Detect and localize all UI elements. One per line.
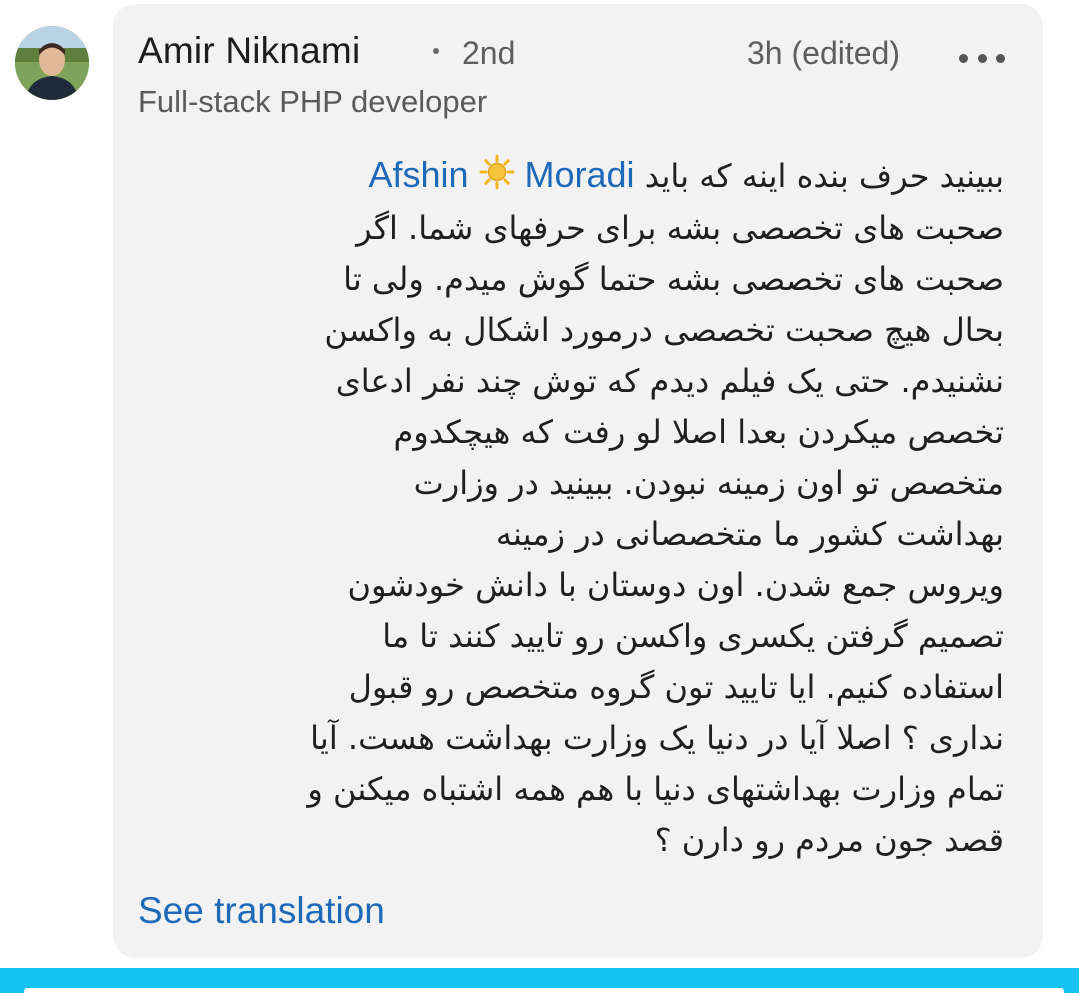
comment-line: بحال هیچ صحبت تخصصی درمورد اشکال به واکس… [324,310,1004,349]
comment-card: Amir Niknami 2nd 3h (edited) Full-stack … [113,4,1043,958]
comment-line: متخصص تو اون زمینه نبودن. ببینید در وزار… [413,463,1004,502]
comment-line: تخصص میکردن بعدا اصلا لو رفت که هیچکدوم [393,412,1004,451]
author-name[interactable]: Amir Niknami [138,30,360,72]
sun-emoji-icon [479,152,515,203]
mention-link[interactable]: Afshin Moradi [368,154,634,195]
connection-degree: 2nd [462,35,516,71]
ellipsis-dot [959,53,968,63]
avatar[interactable] [15,26,89,100]
comment-line: قصد جون مردم رو دارن ؟ [654,820,1004,859]
ellipsis-icon[interactable] [959,44,1005,72]
see-translation-link[interactable]: See translation [138,890,385,932]
comment-line: صحبت های تخصصی بشه برای حرفهای شما. اگر [356,208,1004,247]
mention-first-name: Afshin [368,154,469,195]
ellipsis-dot [996,53,1005,63]
comment-line: نداری ؟ اصلا آیا در دنیا یک وزارت بهداشت… [310,718,1004,757]
mention-last-name: Moradi [524,154,635,195]
comment-line: تمام وزارت بهداشتهای دنیا با هم همه اشتب… [307,769,1004,808]
comment-timestamp: 3h (edited) [747,35,900,71]
comment-line: نشنیدم. حتی یک فیلم دیدم که توش چند نفر … [335,361,1004,400]
comment-line-first: ببینید حرف بنده اینه که باید Afshin Morad… [138,149,1004,203]
separator-dot [433,48,439,54]
comment-text: ببینید حرف بنده اینه که باید Afshin Morad… [138,149,1004,866]
comment-line: استفاده کنیم. ایا تایید تون گروه متخصص ر… [348,667,1004,706]
reply-input-field[interactable] [24,988,1064,993]
ellipsis-dot [977,53,987,63]
comment-line: تصمیم گرفتن یکسری واکسن رو تایید کنند تا… [382,616,1004,655]
comment-line: بهداشت کشور ما متخصصانی در زمینه [495,514,1004,553]
profile-photo-icon [15,26,89,100]
comment-line: صحبت های تخصصی بشه حتما گوش میدم. ولی تا [343,259,1004,298]
comment-line: ویروس جمع شدن. اون دوستان با دانش خودشون [347,565,1005,604]
reply-input-bar[interactable] [0,968,1079,993]
author-headline: Full-stack PHP developer [138,84,488,119]
comment-lead-text: ببینید حرف بنده اینه که باید [644,157,1004,195]
